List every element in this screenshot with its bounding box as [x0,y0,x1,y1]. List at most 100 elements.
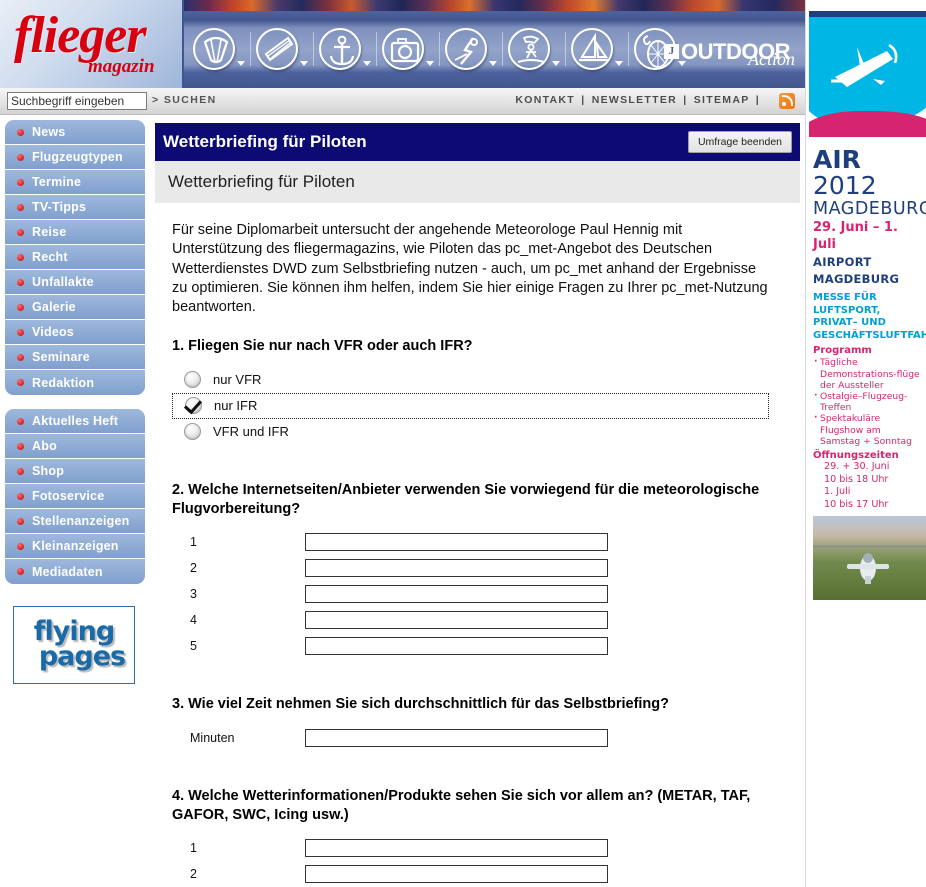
icon-nav-item-camera[interactable] [381,28,435,70]
bullet-icon [17,379,24,386]
search-submit-button[interactable]: > SUCHEN [152,94,217,106]
ad-hero-graphic [809,3,926,143]
end-survey-button[interactable]: Umfrage beenden [687,131,792,153]
sidebar-item-fotoservice[interactable]: Fotoservice [5,484,145,509]
q3-field-row-minuten: Minuten [172,725,783,751]
sidebar-item-seminare[interactable]: Seminare [5,345,145,370]
ad-opening-heading: Öffnungszeiten [813,450,899,462]
bullet-icon [17,303,24,311]
sidebar-item-label: Mediadaten [32,564,103,579]
sidebar-item-label: Recht [32,250,68,264]
sidebar-item-flugzeugtypen[interactable]: Flugzeugtypen [5,145,145,170]
sidebar-item-label: Kleinanzeigen [32,539,119,553]
page-root: flieger magazin J OUTDOOR Action Suchbeg… [0,0,926,887]
ad-messe-line-1: MESSE FÜR LUFTSPORT, [813,292,881,316]
sidebar-item-recht[interactable]: Recht [5,245,145,270]
logo-subwordmark: magazin [88,56,155,77]
sidebar-item-aktuelles-heft[interactable]: Aktuelles Heft [5,409,145,434]
sidebar-item-galerie[interactable]: Galerie [5,295,145,320]
rss-icon[interactable] [779,93,795,109]
q1-option-nur-ifr[interactable]: nur IFR [172,392,769,419]
icon-nav-item-anchor[interactable] [318,28,372,70]
ad-programm-item: Spektakuläre Flugshow am Samstag + Sonnt… [813,412,923,447]
bullet-icon [17,568,24,575]
icon-divider [376,32,377,66]
icon-nav-item-climber[interactable] [444,28,498,70]
sidebar-item-stellenanzeigen[interactable]: Stellenanzeigen [5,509,145,534]
q4-field-row-1: 1 [172,835,783,861]
bullet-icon [17,467,24,475]
icon-divider [439,32,440,66]
sidebar: News Flugzeugtypen Termine TV-Tipps Reis… [0,115,150,887]
q2-input-4[interactable] [305,611,608,630]
ad-opening-time: 1. Juli [824,486,851,498]
radio-icon[interactable] [184,371,201,389]
sidebar-item-unfallakte[interactable]: Unfallakte [5,270,145,295]
sidebar-item-label: Reise [32,225,67,239]
ad-airplane-photo [813,515,926,600]
link-kontakt[interactable]: KONTAKT [515,94,575,106]
q2-input-1[interactable] [305,533,608,552]
site-logo[interactable]: flieger magazin [0,0,184,88]
radio-icon[interactable] [184,423,201,441]
q2-input-5[interactable] [305,637,608,656]
page-subtitle: Wetterbriefing für Piloten [168,172,355,191]
sidebar-item-label: Stellenanzeigen [32,514,130,528]
question-2-text: 2. Welche Internetseiten/Anbieter verwen… [172,481,760,517]
ad-opening-time: 10 bis 18 Uhr [824,473,889,485]
icon-nav-item-parachute[interactable] [192,28,246,70]
sidebar-group-secondary: Aktuelles Heft Abo Shop Fotoservice Stel… [5,409,145,584]
q4-input-2[interactable] [305,865,608,884]
ad-air-magdeburg[interactable]: AIR 2012 MAGDEBURG 29. Juni – 1. Juli AI… [809,3,926,600]
sidebar-item-redaktion[interactable]: Redaktion [5,370,145,395]
link-sitemap[interactable]: SITEMAP [694,94,750,106]
anchor-icon [319,28,361,70]
ad-date: 29. Juni – 1. Juli [813,219,898,253]
question-4: 4. Welche Wetterinformationen/Produkte s… [172,787,783,887]
q3-input-minuten[interactable] [305,728,608,747]
sidebar-item-label: Shop [32,464,65,478]
sidebar-item-termine[interactable]: Termine [5,170,145,195]
sailboat-icon [571,28,613,70]
icon-divider [628,32,629,66]
ad-programm-item: Ostalgie–Flugzeug-Treffen [813,390,923,413]
bullet-icon [17,442,24,450]
surfer-icon [508,28,550,70]
q2-input-3[interactable] [305,585,608,604]
icon-nav-item-hangglider[interactable] [255,28,309,70]
subtitle-band: Wetterbriefing für Piloten [155,161,800,203]
sidebar-item-tv-tipps[interactable]: TV-Tipps [5,195,145,220]
icon-nav-item-sailboat[interactable] [570,28,624,70]
question-1-text: 1. Fliegen Sie nur nach VFR oder auch IF… [172,338,473,355]
sidebar-item-shop[interactable]: Shop [5,459,145,484]
parachute-icon [193,28,235,70]
bullet-icon [17,128,24,136]
q2-field-label: 2 [190,561,197,576]
bullet-icon [17,203,24,211]
sidebar-item-abo[interactable]: Abo [5,434,145,459]
sidebar-item-videos[interactable]: Videos [5,320,145,345]
chevron-down-icon [237,61,245,66]
sidebar-item-news[interactable]: News [5,120,145,145]
flying-pages-promo[interactable]: flying pages [13,606,135,684]
q4-input-1[interactable] [305,839,608,858]
q2-input-2[interactable] [305,559,608,578]
q1-option-vfr-und-ifr[interactable]: VFR und IFR [172,419,783,445]
q1-option-nur-vfr[interactable]: nur VFR [172,367,783,393]
icon-nav-item-surfer[interactable] [507,28,561,70]
link-newsletter[interactable]: NEWSLETTER [592,94,677,106]
decorative-photo-strip [184,0,805,11]
outdoor-action-logo[interactable]: J OUTDOOR Action [664,33,795,70]
ad-magenta-swoosh [809,111,926,137]
bullet-icon [17,253,24,261]
search-input[interactable] [7,92,147,110]
sidebar-item-kleinanzeigen[interactable]: Kleinanzeigen [5,534,145,559]
question-2: 2. Welche Internetseiten/Anbieter verwen… [172,481,783,660]
radio-checked-icon[interactable] [185,397,202,415]
sidebar-item-mediadaten[interactable]: Mediadaten [5,559,145,584]
sidebar-item-reise[interactable]: Reise [5,220,145,245]
survey-intro-text: Für seine Diplomarbeit untersucht der an… [172,222,768,316]
ad-programm-list: Tägliche Demonstrations-flüge der Ausste… [813,356,923,447]
sidebar-item-label: TV-Tipps [32,200,87,214]
